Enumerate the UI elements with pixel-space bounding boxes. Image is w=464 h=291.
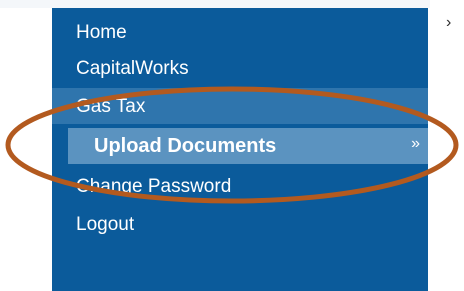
menu-item-label: CapitalWorks bbox=[76, 57, 189, 79]
menu-item-home[interactable]: Home bbox=[52, 14, 428, 50]
page: Home CapitalWorks Gas Tax Upload Documen… bbox=[0, 0, 464, 291]
menu-item-label: Change Password bbox=[76, 175, 232, 197]
submenu-item-upload-documents[interactable]: Upload Documents » bbox=[68, 128, 428, 164]
chevron-right-icon: › bbox=[446, 14, 452, 31]
menu-item-change-password[interactable]: Change Password bbox=[52, 168, 428, 204]
menu-item-label: Gas Tax bbox=[76, 95, 146, 117]
menu-item-label: Home bbox=[76, 21, 127, 43]
menu-item-gas-tax[interactable]: Gas Tax bbox=[52, 88, 428, 124]
menu-item-label: Logout bbox=[76, 213, 135, 235]
top-strip bbox=[0, 0, 430, 8]
submenu-item-label: Upload Documents bbox=[94, 135, 277, 157]
double-chevron-right-icon: » bbox=[411, 135, 420, 152]
sidebar-menu: Home CapitalWorks Gas Tax Upload Documen… bbox=[52, 8, 428, 291]
menu-item-logout[interactable]: Logout bbox=[52, 206, 428, 242]
menu-item-capitalworks[interactable]: CapitalWorks bbox=[52, 50, 428, 86]
